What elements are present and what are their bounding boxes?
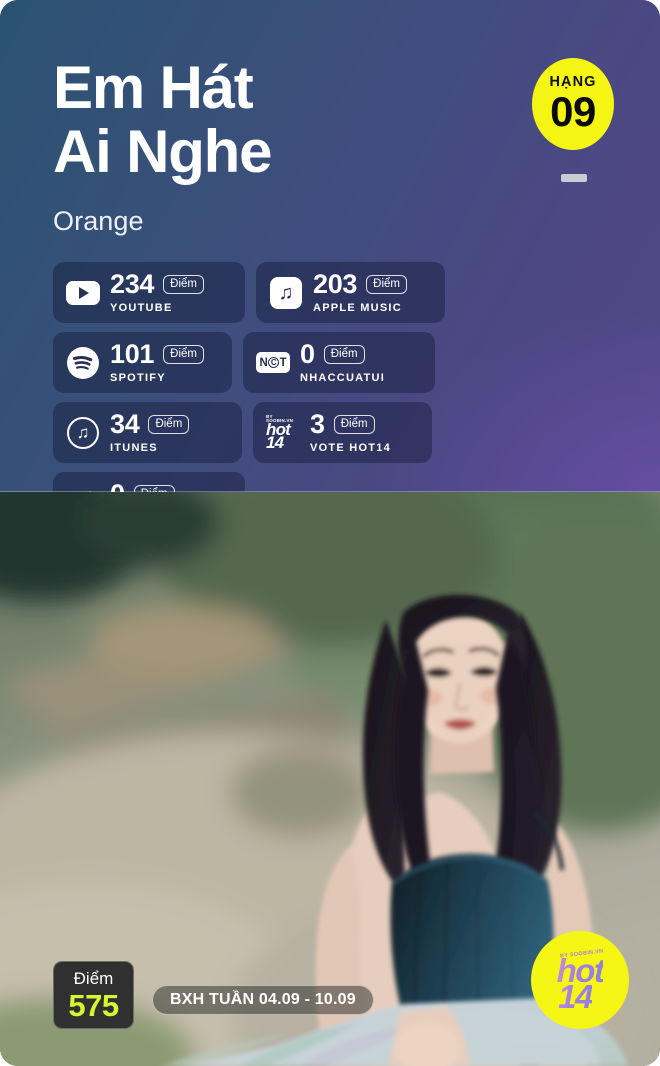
stat-value: 203 [313,269,358,299]
nhaccuatui-icon: NCT [256,346,290,380]
apple-music-icon: ♫ [269,276,303,310]
nct-letter-t: T [279,356,287,369]
rank-value: 09 [550,87,596,135]
youtube-icon [66,276,100,310]
hot14-logo-badge: BY SOOBIN.VN hot 14 [531,931,629,1029]
stat-label: YOUTUBE [110,302,173,314]
song-title-line-1: Em Hát [53,54,254,121]
hot14-chart-card: Em Hát Ai Nghe Orange HẠNG 09 234 Điểm Y… [0,0,660,1066]
stat-value: 101 [110,339,155,369]
rank-badge: HẠNG 09 [532,58,614,150]
stat-tile-spotify[interactable]: 101 Điểm SPOTIFY [53,332,232,393]
stat-unit-chip: Điểm [366,275,407,294]
itunes-icon: ♫ [66,416,100,450]
stat-label: SPOTIFY [110,372,166,384]
hot14-icon: BY SOOBIN.VN hot 14 [266,414,300,453]
score-box: Điểm 575 [53,961,134,1029]
card-header: Em Hát Ai Nghe Orange HẠNG 09 234 Điểm Y… [0,0,660,533]
score-value: 575 [68,987,119,1023]
artist-name: Orange [53,206,144,237]
stat-unit-chip: Điểm [163,345,204,364]
nct-letter-c: C [268,357,280,368]
hot14-number: 14 [266,433,284,453]
stat-value: 234 [110,269,155,299]
stat-value: 0 [300,339,315,369]
stat-label: ITUNES [110,442,158,454]
stat-tile-itunes[interactable]: ♫ 34 Điểm ITUNES [53,402,242,463]
stat-tile-apple-music[interactable]: ♫ 203 Điểm APPLE MUSIC [256,262,445,323]
stat-label: VOTE HOT14 [310,442,391,454]
nct-letter-n: N [259,356,268,369]
week-range-pill: BXH TUẦN 04.09 - 10.09 [152,985,374,1015]
stat-label: APPLE MUSIC [313,302,402,314]
stat-tile-vote-hot14[interactable]: BY SOOBIN.VN hot 14 3 Điểm VOTE HOT14 [253,402,432,463]
song-title: Em Hát Ai Nghe [53,54,473,186]
song-title-line-2: Ai Nghe [53,118,272,186]
stat-value: 34 [110,409,140,439]
stat-unit-chip: Điểm [323,345,365,364]
spotify-icon [66,346,100,380]
stat-value: 3 [310,409,325,439]
dash-icon [561,174,587,182]
stat-tile-youtube[interactable]: 234 Điểm YOUTUBE [53,262,245,323]
stat-unit-chip: Điểm [163,275,204,294]
stat-unit-chip: Điểm [148,415,190,434]
score-label: Điểm [73,968,114,988]
stat-label: NHACCUATUI [300,372,386,384]
hot14-badge-number: 14 [558,977,593,1015]
stat-unit-chip: Điểm [333,415,375,434]
stat-tile-nhaccuatui[interactable]: NCT 0 Điểm NHACCUATUI [243,332,435,393]
